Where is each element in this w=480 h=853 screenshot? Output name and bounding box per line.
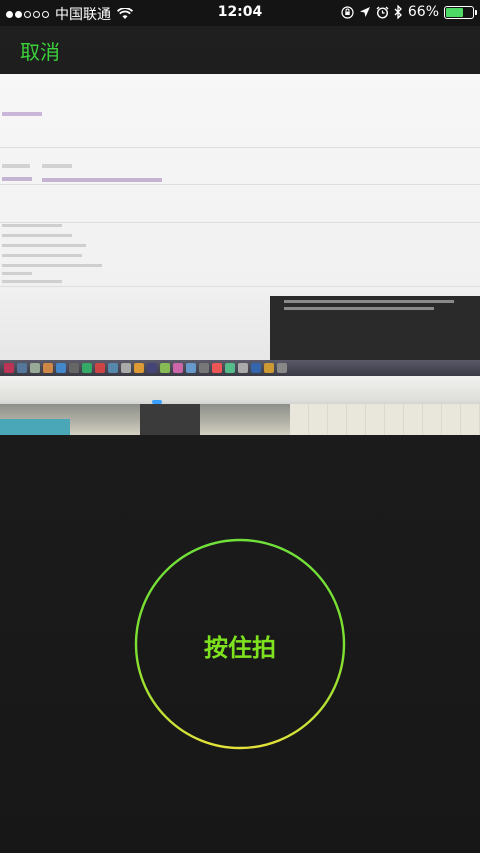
preview-blurred-text — [2, 224, 62, 227]
preview-divider — [0, 222, 480, 223]
preview-dock-item — [186, 363, 196, 373]
preview-blurred-text — [284, 307, 434, 310]
alarm-icon — [376, 6, 389, 19]
location-icon — [359, 7, 370, 17]
preview-dock-item — [173, 363, 183, 373]
preview-dock-item — [43, 363, 53, 373]
preview-dock-item — [17, 363, 27, 373]
preview-dock-item — [95, 363, 105, 373]
battery-level — [446, 7, 464, 17]
battery-icon — [444, 5, 477, 19]
preview-blurred-text — [2, 272, 32, 275]
preview-dock-item — [277, 363, 287, 373]
preview-blurred-text — [42, 164, 72, 168]
capture-screen: 中国联通 12:04 66% 取消 按住拍 — [0, 0, 480, 853]
preview-divider — [0, 184, 480, 185]
preview-blurred-text — [42, 178, 162, 182]
preview-paper — [290, 404, 480, 435]
camera-preview — [0, 74, 480, 435]
cancel-button[interactable]: 取消 — [20, 36, 60, 65]
preview-dock-item — [30, 363, 40, 373]
preview-blurred-text — [2, 264, 102, 267]
preview-dock-item — [134, 363, 144, 373]
preview-dock-item — [264, 363, 274, 373]
preview-divider — [0, 147, 480, 148]
rotation-lock-icon — [341, 5, 354, 19]
preview-monitor-stand — [140, 404, 200, 435]
preview-monitor — [0, 74, 480, 369]
bluetooth-icon — [394, 5, 402, 19]
battery-percent: 66% — [407, 4, 439, 20]
preview-blurred-text — [2, 112, 42, 116]
preview-dock-item — [69, 363, 79, 373]
preview-dock-item — [121, 363, 131, 373]
preview-blurred-text — [2, 254, 82, 257]
preview-dock-item — [147, 363, 157, 373]
preview-dock-item — [160, 363, 170, 373]
preview-blurred-text — [2, 244, 86, 247]
preview-dock-item — [251, 363, 261, 373]
preview-dock-item — [238, 363, 248, 373]
preview-dock-item — [212, 363, 222, 373]
preview-dock-item — [225, 363, 235, 373]
status-bar: 中国联通 12:04 66% — [0, 0, 480, 26]
preview-blurred-text — [2, 234, 72, 237]
preview-divider — [0, 286, 480, 287]
status-bar-right: 66% — [341, 4, 477, 20]
preview-dock — [0, 360, 480, 376]
preview-dock-item — [199, 363, 209, 373]
preview-blurred-text — [2, 177, 32, 181]
preview-dock-item — [4, 363, 14, 373]
preview-monitor-bezel — [0, 376, 480, 402]
preview-dock-item — [108, 363, 118, 373]
preview-terminal-window — [270, 296, 480, 369]
preview-blurred-text — [2, 280, 62, 283]
preview-dock-item — [82, 363, 92, 373]
preview-blurred-text — [2, 164, 30, 168]
preview-blurred-text — [284, 300, 454, 303]
preview-dock-item — [56, 363, 66, 373]
preview-object — [0, 419, 70, 435]
record-button-label[interactable]: 按住拍 — [134, 628, 346, 663]
